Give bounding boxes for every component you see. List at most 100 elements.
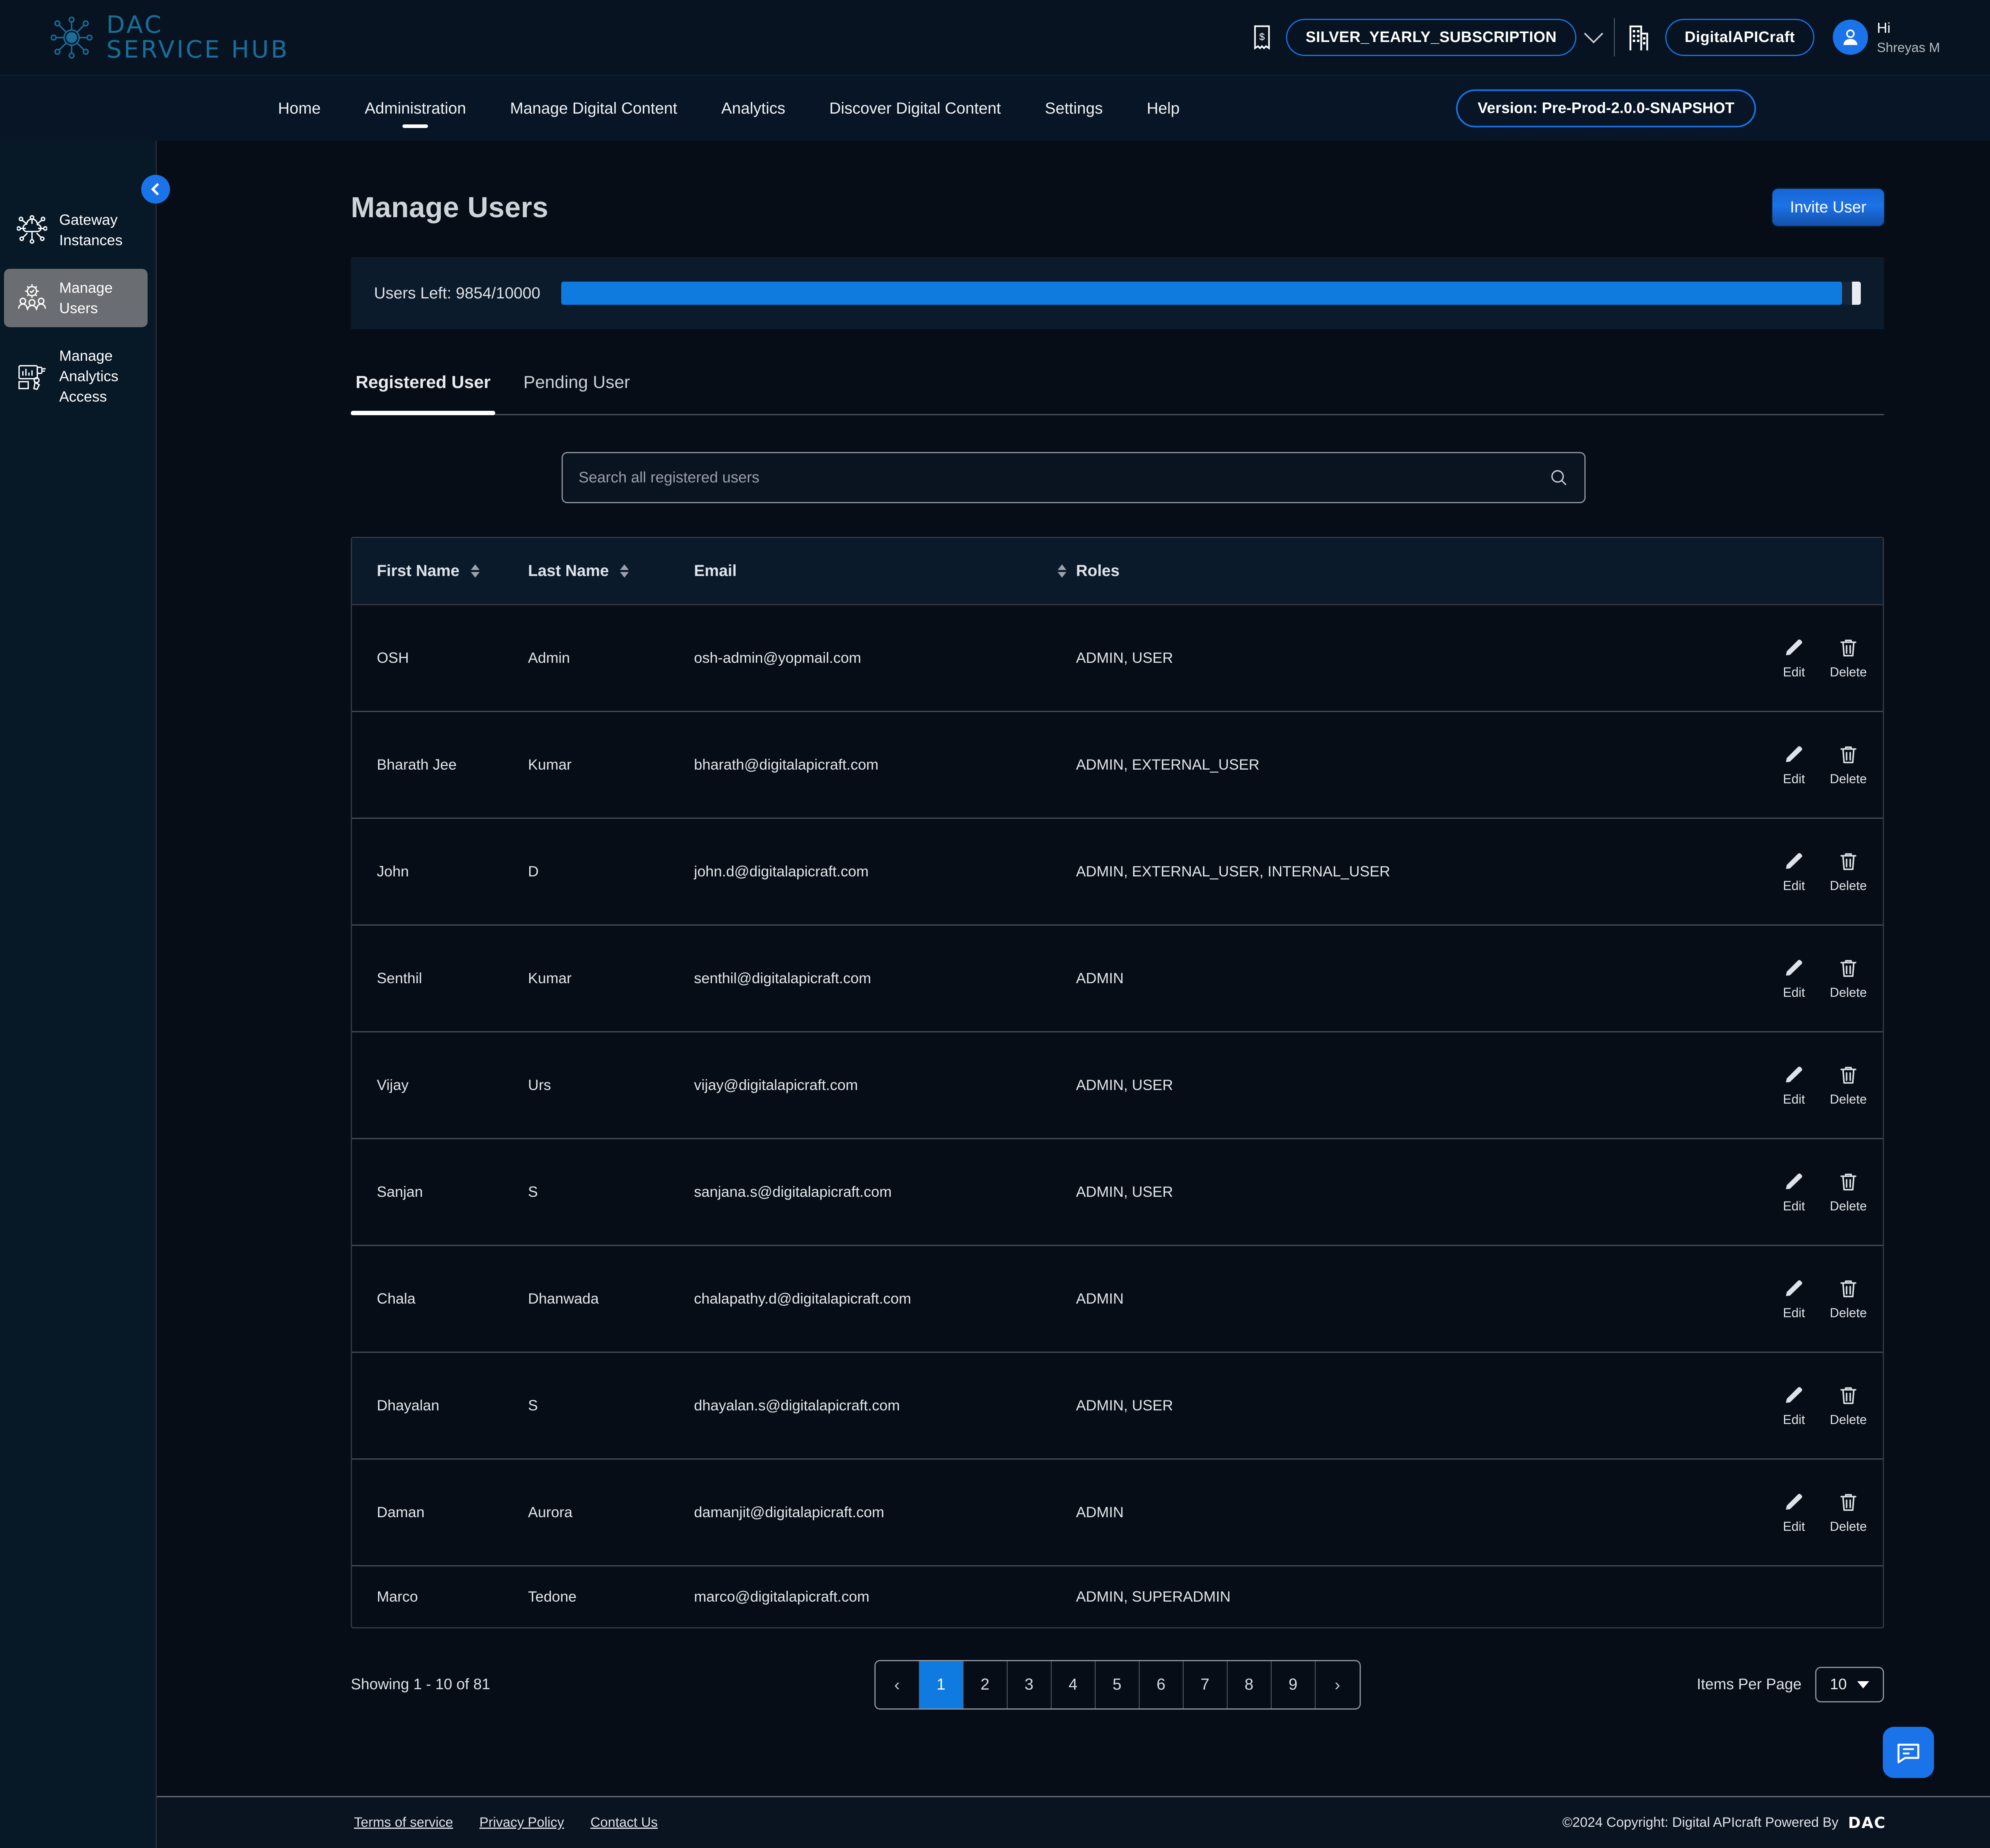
cell-first-name: Chala xyxy=(377,1290,416,1307)
nav-item-administration[interactable]: Administration xyxy=(343,100,488,118)
nav-item-home[interactable]: Home xyxy=(256,100,343,118)
cell-last-name: S xyxy=(528,1184,538,1200)
pagination-page-5[interactable]: 5 xyxy=(1095,1661,1140,1708)
search-box[interactable] xyxy=(561,452,1586,503)
pagination-page-3[interactable]: 3 xyxy=(1007,1661,1052,1708)
footer-copyright-block: ©2024 Copyright: Digital APIcraft Powere… xyxy=(1562,1814,1886,1832)
delete-label: Delete xyxy=(1830,878,1867,893)
subscription-selector[interactable]: SILVER_YEARLY_SUBSCRIPTION xyxy=(1286,18,1576,56)
chevron-down-icon[interactable] xyxy=(1584,24,1603,44)
delete-button[interactable]: Delete xyxy=(1830,1064,1867,1107)
manage-users-gear-icon xyxy=(18,284,46,310)
search-icon[interactable] xyxy=(1549,468,1568,487)
pagination-page-2[interactable]: 2 xyxy=(963,1661,1008,1708)
cell-last-name: Tedone xyxy=(528,1588,577,1605)
delete-button[interactable]: Delete xyxy=(1830,1491,1867,1534)
column-header-first-name[interactable]: First Name xyxy=(352,562,528,580)
sort-icon-last-name[interactable] xyxy=(620,564,629,578)
table-body: OSH Admin osh-admin@yopmail.com ADMIN, USER… xyxy=(352,605,1883,1627)
edit-button[interactable]: Edit xyxy=(1783,1491,1805,1534)
greeting-block: Hi Shreyas M xyxy=(1877,18,1940,57)
edit-button[interactable]: Edit xyxy=(1783,850,1805,893)
cell-email: damanjit@digitalapicraft.com xyxy=(694,1504,884,1520)
column-header-label-last-name: Last Name xyxy=(528,562,609,580)
brand-logo-block[interactable]: DAC SERVICE HUB xyxy=(48,13,289,62)
chat-support-button[interactable] xyxy=(1883,1727,1934,1778)
delete-button[interactable]: Delete xyxy=(1830,1278,1867,1320)
table-row: Chala Dhanwada chalapathy.d@digitalapicraf… xyxy=(352,1246,1883,1353)
footer-link-contact-us[interactable]: Contact Us xyxy=(590,1815,658,1830)
page-header: Manage Users Invite User xyxy=(157,141,1990,226)
nav-item-help[interactable]: Help xyxy=(1125,100,1202,118)
main-content: Manage Users Invite User Users Left: 985… xyxy=(157,141,1990,1848)
table-row: Vijay Urs vijay@digitalapicraft.com ADMIN, … xyxy=(352,1032,1883,1139)
cell-roles: ADMIN, SUPERADMIN xyxy=(1076,1588,1231,1605)
cell-email: marco@digitalapicraft.com xyxy=(694,1588,870,1605)
edit-button[interactable]: Edit xyxy=(1783,1064,1805,1107)
pagination-page-1[interactable]: 1 xyxy=(919,1661,964,1708)
table-row: Sanjan Ssanjana.s@digitalapicraft.com ADMI… xyxy=(352,1139,1883,1246)
delete-button[interactable]: Delete xyxy=(1830,957,1867,1000)
sort-icon-first-name[interactable] xyxy=(470,564,480,578)
delete-button[interactable]: Delete xyxy=(1830,1171,1867,1214)
sidebar-item-manage-users[interactable]: Manage Users xyxy=(4,269,148,328)
header-right-cluster: $ SILVER_YEARLY_SUBSCRIPTION DigitalAPIC… xyxy=(1250,18,1940,57)
copyright-text: ©2024 Copyright: Digital APIcraft Powere… xyxy=(1562,1815,1839,1830)
column-header-email[interactable]: Email xyxy=(694,562,1076,580)
sidebar-item-manage-analytics-access[interactable]: Manage Analytics Access xyxy=(4,337,148,416)
column-header-last-name[interactable]: Last Name xyxy=(528,562,694,580)
footer-link-terms-of-service[interactable]: Terms of service xyxy=(354,1815,453,1830)
edit-button[interactable]: Edit xyxy=(1783,1384,1805,1427)
sidebar-item-gateway-instances[interactable]: Gateway Instances xyxy=(4,201,148,259)
tab-registered-user[interactable]: Registered User xyxy=(351,372,496,415)
footer-link-privacy-policy[interactable]: Privacy Policy xyxy=(480,1815,564,1830)
delete-label: Delete xyxy=(1830,1412,1867,1427)
edit-label: Edit xyxy=(1783,1198,1805,1213)
invite-user-button[interactable]: Invite User xyxy=(1772,189,1884,226)
billing-receipt-icon[interactable]: $ xyxy=(1250,24,1274,50)
cell-email: senthil@digitalapicraft.com xyxy=(694,970,871,986)
edit-button[interactable]: Edit xyxy=(1783,1171,1805,1214)
nav-item-analytics[interactable]: Analytics xyxy=(699,100,807,118)
nav-item-settings[interactable]: Settings xyxy=(1023,100,1125,118)
pagination-page-9[interactable]: 9 xyxy=(1271,1661,1316,1708)
items-per-page-select[interactable]: 10 xyxy=(1815,1667,1884,1702)
sort-icon-email[interactable] xyxy=(1058,564,1066,578)
edit-button[interactable]: Edit xyxy=(1783,744,1805,786)
cell-actions: Edit Delete xyxy=(1751,1384,1883,1427)
pagination-page-4[interactable]: 4 xyxy=(1051,1661,1096,1708)
pencil-icon xyxy=(1786,746,1802,762)
edit-button[interactable]: Edit xyxy=(1783,1278,1805,1320)
nav-item-manage-digital-content[interactable]: Manage Digital Content xyxy=(488,100,699,118)
sidebar-collapse-button[interactable] xyxy=(141,175,170,204)
delete-button[interactable]: Delete xyxy=(1830,850,1867,893)
cell-last-name: Dhanwada xyxy=(528,1290,599,1307)
avatar[interactable] xyxy=(1833,20,1868,55)
cell-email: vijay@digitalapicraft.com xyxy=(694,1077,858,1093)
pagination-page-8[interactable]: 8 xyxy=(1227,1661,1272,1708)
sidebar-item-label-manage-users: Manage Users xyxy=(59,280,113,317)
delete-button[interactable]: Delete xyxy=(1830,637,1867,680)
search-input[interactable] xyxy=(578,469,1549,486)
showing-range-label: Showing 1 - 10 of 81 xyxy=(351,1676,490,1693)
edit-button[interactable]: Edit xyxy=(1783,957,1805,1000)
cell-email: john.d@digitalapicraft.com xyxy=(694,863,869,880)
edit-button[interactable]: Edit xyxy=(1783,637,1805,680)
delete-button[interactable]: Delete xyxy=(1830,1384,1867,1427)
edit-label: Edit xyxy=(1783,664,1805,679)
tab-pending-user[interactable]: Pending User xyxy=(518,372,635,403)
trash-icon xyxy=(1840,1494,1856,1511)
pagination-prev-button[interactable]: ‹ xyxy=(875,1661,920,1708)
cell-last-name: S xyxy=(528,1397,538,1414)
cell-first-name: Sanjan xyxy=(377,1184,423,1200)
chat-bubble-icon xyxy=(1897,1744,1920,1764)
items-per-page-block: Items Per Page 10 xyxy=(1697,1667,1884,1702)
pagination-page-7[interactable]: 7 xyxy=(1183,1661,1228,1708)
nav-item-discover-digital-content[interactable]: Discover Digital Content xyxy=(807,100,1023,118)
cell-last-name: Kumar xyxy=(528,756,572,773)
cell-last-name: Admin xyxy=(528,650,570,666)
organization-selector[interactable]: DigitalAPICraft xyxy=(1665,18,1815,56)
pagination-next-button[interactable]: › xyxy=(1315,1661,1360,1708)
delete-button[interactable]: Delete xyxy=(1830,744,1867,786)
pagination-page-6[interactable]: 6 xyxy=(1139,1661,1184,1708)
